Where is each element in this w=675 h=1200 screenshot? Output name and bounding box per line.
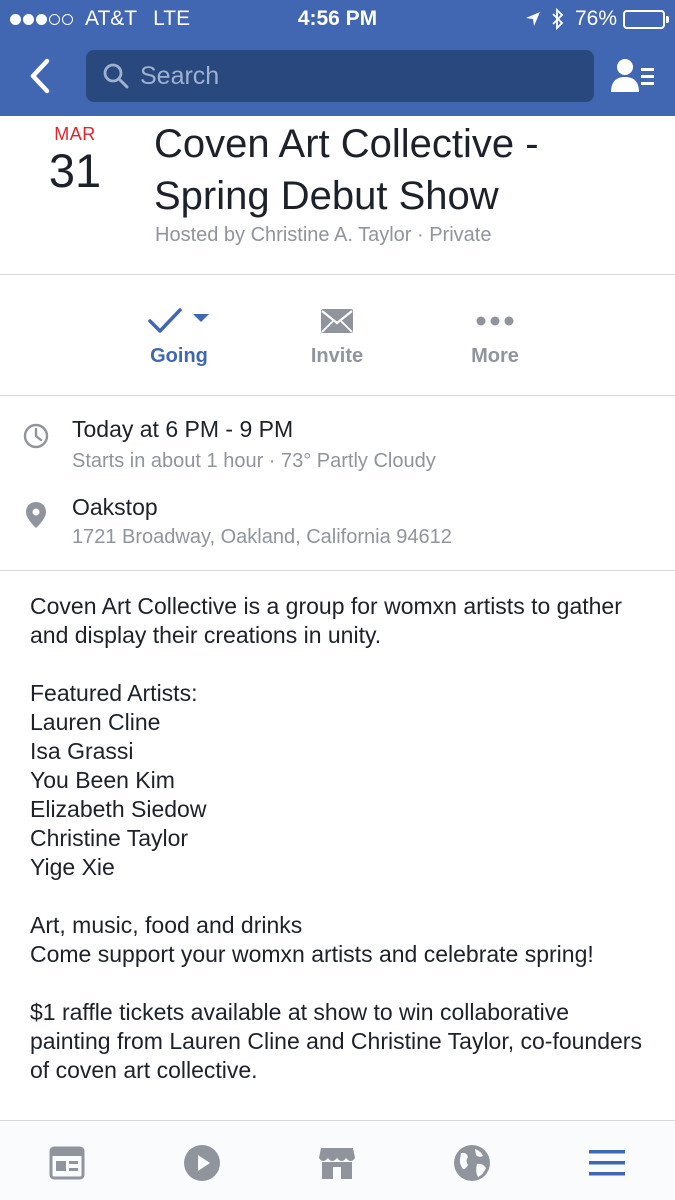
- going-button[interactable]: Going: [104, 301, 254, 368]
- clock-icon: [22, 422, 50, 450]
- tab-menu[interactable]: [577, 1141, 637, 1185]
- more-label: More: [471, 345, 519, 367]
- tab-marketplace[interactable]: [307, 1141, 367, 1185]
- description-raffle: $1 raffle tickets available at show to w…: [30, 999, 642, 1083]
- event-month: MAR: [54, 124, 96, 144]
- event-date: MAR 31: [30, 124, 120, 197]
- nav-bar: [0, 38, 675, 116]
- event-host[interactable]: Hosted by Christine A. Taylor · Private: [155, 224, 491, 247]
- back-button[interactable]: [20, 54, 60, 98]
- search-bar[interactable]: [86, 50, 594, 102]
- tab-bar: [0, 1120, 675, 1200]
- friend-requests-icon: [611, 59, 654, 92]
- event-time-sub: Starts in about 1 hour · 73° Partly Clou…: [72, 450, 436, 472]
- description-intro: Coven Art Collective is a group for womx…: [30, 593, 622, 648]
- artist-name: Isa Grassi: [30, 738, 134, 764]
- promo-line: Art, music, food and drinks: [30, 912, 303, 938]
- marketplace-icon: [319, 1148, 355, 1179]
- menu-icon: [589, 1150, 625, 1176]
- status-bar: AT&T LTE 4:56 PM 76%: [0, 0, 675, 38]
- featured-artists-heading: Featured Artists:: [30, 680, 198, 706]
- location-pin-icon: [24, 500, 48, 530]
- invite-label: Invite: [310, 345, 364, 367]
- more-icon: [476, 316, 514, 326]
- invite-button[interactable]: Invite: [262, 301, 412, 368]
- artist-name: Elizabeth Siedow: [30, 796, 207, 822]
- chevron-left-icon: [30, 58, 50, 94]
- event-location-row[interactable]: Oakstop 1721 Broadway, Oakland, Californ…: [0, 486, 675, 570]
- featured-artists-block: Featured Artists: Lauren Cline Isa Grass…: [30, 679, 650, 882]
- globe-icon: [454, 1145, 490, 1181]
- event-day: 31: [48, 144, 102, 197]
- friend-requests-button[interactable]: [608, 54, 658, 98]
- search-icon: [102, 62, 130, 90]
- location-arrow-icon: [525, 11, 541, 27]
- event-description: Coven Art Collective is a group for womx…: [30, 592, 650, 1114]
- battery-icon: [623, 9, 669, 29]
- event-time: Today at 6 PM - 9 PM: [72, 416, 294, 442]
- artist-name: Lauren Cline: [30, 709, 161, 735]
- battery-percent: 76%: [574, 7, 617, 30]
- caret-down-icon: [193, 314, 209, 322]
- app-header: AT&T LTE 4:56 PM 76%: [0, 0, 675, 116]
- event-address: 1721 Broadway, Oakland, California 94612: [72, 526, 452, 548]
- divider: [0, 570, 675, 571]
- news-feed-icon: [49, 1146, 85, 1180]
- promo-line: Come support your womxn artists and cele…: [30, 941, 594, 967]
- event-time-row[interactable]: Today at 6 PM - 9 PM Starts in about 1 h…: [0, 396, 675, 486]
- video-icon: [184, 1145, 220, 1181]
- artist-name: Yige Xie: [30, 854, 115, 880]
- bluetooth-icon: [551, 8, 565, 30]
- event-venue: Oakstop: [72, 494, 158, 520]
- event-title: Coven Art Collective - Spring Debut Show: [154, 122, 539, 218]
- artist-name: You Been Kim: [30, 767, 175, 793]
- event-actions: Going Invite More: [0, 275, 675, 395]
- event-header: MAR 31 Coven Art Collective - Spring Deb…: [0, 116, 675, 274]
- envelope-icon: [321, 309, 353, 333]
- more-button[interactable]: More: [420, 301, 570, 368]
- search-input[interactable]: [140, 61, 560, 91]
- check-icon: [148, 308, 182, 333]
- tab-news-feed[interactable]: [37, 1141, 97, 1185]
- tab-notifications[interactable]: [442, 1141, 502, 1185]
- going-label: Going: [150, 345, 208, 367]
- description-promo: Art, music, food and drinks Come support…: [30, 911, 650, 969]
- artist-name: Christine Taylor: [30, 825, 189, 851]
- tab-video[interactable]: [172, 1141, 232, 1185]
